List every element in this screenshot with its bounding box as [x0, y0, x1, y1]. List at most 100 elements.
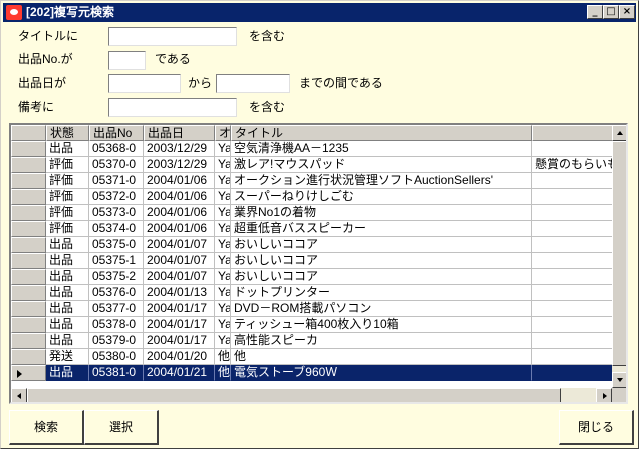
cell-item-no[interactable]: 05377-0	[89, 301, 144, 317]
column-header-item-no[interactable]: 出品No	[89, 125, 144, 141]
cell-item-no[interactable]: 05376-0	[89, 285, 144, 301]
table-row[interactable]: 出品 05368-0 2003/12/29 Ya 空気清浄機AA－1235	[11, 141, 612, 157]
search-button[interactable]: 検索	[9, 410, 84, 445]
cell-item-no[interactable]: 05375-2	[89, 269, 144, 285]
date-to-input[interactable]	[216, 74, 290, 93]
table-row[interactable]: 出品 05375-2 2004/01/07 Ya おいしいココア	[11, 269, 612, 285]
cell-title[interactable]: 他	[231, 349, 532, 365]
cell-status[interactable]: 出品	[46, 253, 89, 269]
cell-status[interactable]: 出品	[46, 237, 89, 253]
cell-auction-site[interactable]: Ya	[215, 141, 231, 157]
cell-item-no[interactable]: 05370-0	[89, 157, 144, 173]
cell-listing-date[interactable]: 2004/01/07	[144, 269, 215, 285]
cell-listing-date[interactable]: 2004/01/17	[144, 317, 215, 333]
cell-listing-date[interactable]: 2004/01/06	[144, 221, 215, 237]
remarks-input[interactable]	[108, 98, 237, 117]
cell-status[interactable]: 出品	[46, 317, 89, 333]
cell-auction-site[interactable]: Ya	[215, 301, 231, 317]
cell-auction-site[interactable]: Ya	[215, 221, 231, 237]
table-row[interactable]: 出品 05375-1 2004/01/07 Ya おいしいココア	[11, 253, 612, 269]
column-header-auction-site[interactable]: オ	[215, 125, 231, 141]
cell-status[interactable]: 評価	[46, 221, 89, 237]
cell-item-no[interactable]: 05371-0	[89, 173, 144, 189]
row-indicator[interactable]	[11, 349, 46, 365]
cell-auction-site[interactable]: Ya	[215, 205, 231, 221]
row-indicator[interactable]	[11, 285, 46, 301]
cell-status[interactable]: 出品	[46, 141, 89, 157]
cell-remarks[interactable]	[532, 333, 612, 349]
cell-status[interactable]: 出品	[46, 301, 89, 317]
column-header-listing-date[interactable]: 出品日	[144, 125, 215, 141]
cell-item-no[interactable]: 05368-0	[89, 141, 144, 157]
cell-item-no[interactable]: 05379-0	[89, 333, 144, 349]
title-bar[interactable]: [202]複写元検索 _ □ ×	[3, 3, 636, 22]
column-header-title[interactable]: タイトル	[231, 125, 532, 141]
table-row[interactable]: 評価 05371-0 2004/01/06 Ya オークション進行状況管理ソフトAuct…	[11, 173, 612, 189]
row-indicator[interactable]	[11, 253, 46, 269]
close-button[interactable]: 閉じる	[559, 410, 634, 445]
cell-auction-site[interactable]: Ya	[215, 237, 231, 253]
table-row[interactable]: 出品 05378-0 2004/01/17 Ya ティッシュー箱400枚入り10箱	[11, 317, 612, 333]
cell-status[interactable]: 出品	[46, 285, 89, 301]
cell-listing-date[interactable]: 2003/12/29	[144, 157, 215, 173]
cell-title[interactable]: 電気ストーブ960Ｗ	[231, 365, 532, 381]
cell-auction-site[interactable]: Ya	[215, 269, 231, 285]
cell-item-no[interactable]: 05375-0	[89, 237, 144, 253]
cell-remarks[interactable]	[532, 205, 612, 221]
scroll-up-button[interactable]	[612, 125, 626, 141]
cell-title[interactable]: 空気清浄機AA－1235	[231, 141, 532, 157]
horizontal-scroll-thumb[interactable]	[27, 388, 561, 402]
date-from-input[interactable]	[108, 74, 181, 93]
cell-status[interactable]: 出品	[46, 365, 89, 381]
cell-auction-site[interactable]: 他	[215, 365, 231, 381]
row-indicator[interactable]	[11, 157, 46, 173]
cell-auction-site[interactable]: Ya	[215, 253, 231, 269]
cell-listing-date[interactable]: 2004/01/06	[144, 205, 215, 221]
scroll-right-button[interactable]	[596, 388, 612, 402]
cell-item-no[interactable]: 05378-0	[89, 317, 144, 333]
cell-remarks[interactable]	[532, 189, 612, 205]
cell-listing-date[interactable]: 2004/01/20	[144, 349, 215, 365]
maximize-button[interactable]: □	[603, 5, 619, 19]
cell-status[interactable]: 評価	[46, 157, 89, 173]
cell-status[interactable]: 発送	[46, 349, 89, 365]
cell-item-no[interactable]: 05372-0	[89, 189, 144, 205]
row-indicator[interactable]	[11, 173, 46, 189]
cell-listing-date[interactable]: 2004/01/17	[144, 333, 215, 349]
cell-status[interactable]: 評価	[46, 189, 89, 205]
close-window-button[interactable]: ×	[619, 5, 635, 19]
cell-item-no[interactable]: 05375-1	[89, 253, 144, 269]
cell-auction-site[interactable]: Ya	[215, 157, 231, 173]
minimize-button[interactable]: _	[587, 5, 603, 19]
table-row[interactable]: 出品 05381-0 2004/01/21 他電気ストーブ960Ｗ	[11, 365, 612, 381]
row-indicator[interactable]	[11, 301, 46, 317]
scroll-down-button[interactable]	[612, 372, 626, 388]
cell-item-no[interactable]: 05380-0	[89, 349, 144, 365]
cell-listing-date[interactable]: 2004/01/06	[144, 173, 215, 189]
cell-remarks[interactable]	[532, 285, 612, 301]
title-filter-input[interactable]	[108, 27, 237, 46]
cell-auction-site[interactable]: Ya	[215, 189, 231, 205]
row-indicator[interactable]	[11, 333, 46, 349]
cell-listing-date[interactable]: 2004/01/17	[144, 301, 215, 317]
cell-remarks[interactable]	[532, 237, 612, 253]
row-indicator[interactable]	[11, 189, 46, 205]
column-header-status[interactable]: 状態	[46, 125, 89, 141]
cell-listing-date[interactable]: 2004/01/07	[144, 237, 215, 253]
column-header-remarks[interactable]	[532, 125, 612, 141]
cell-status[interactable]: 出品	[46, 333, 89, 349]
row-indicator[interactable]	[11, 205, 46, 221]
cell-status[interactable]: 評価	[46, 173, 89, 189]
cell-auction-site[interactable]: Ya	[215, 285, 231, 301]
cell-remarks[interactable]	[532, 365, 612, 381]
row-indicator[interactable]	[11, 317, 46, 333]
table-row[interactable]: 発送 05380-0 2004/01/20 他他	[11, 349, 612, 365]
cell-title[interactable]: おいしいココア	[231, 237, 532, 253]
cell-remarks[interactable]	[532, 317, 612, 333]
select-button[interactable]: 選択	[84, 410, 159, 445]
row-indicator[interactable]	[11, 365, 46, 381]
cell-title[interactable]: おいしいココア	[231, 269, 532, 285]
cell-remarks[interactable]	[532, 269, 612, 285]
cell-remarks[interactable]: 懸賞のもらいもの	[532, 157, 612, 173]
cell-remarks[interactable]	[532, 349, 612, 365]
